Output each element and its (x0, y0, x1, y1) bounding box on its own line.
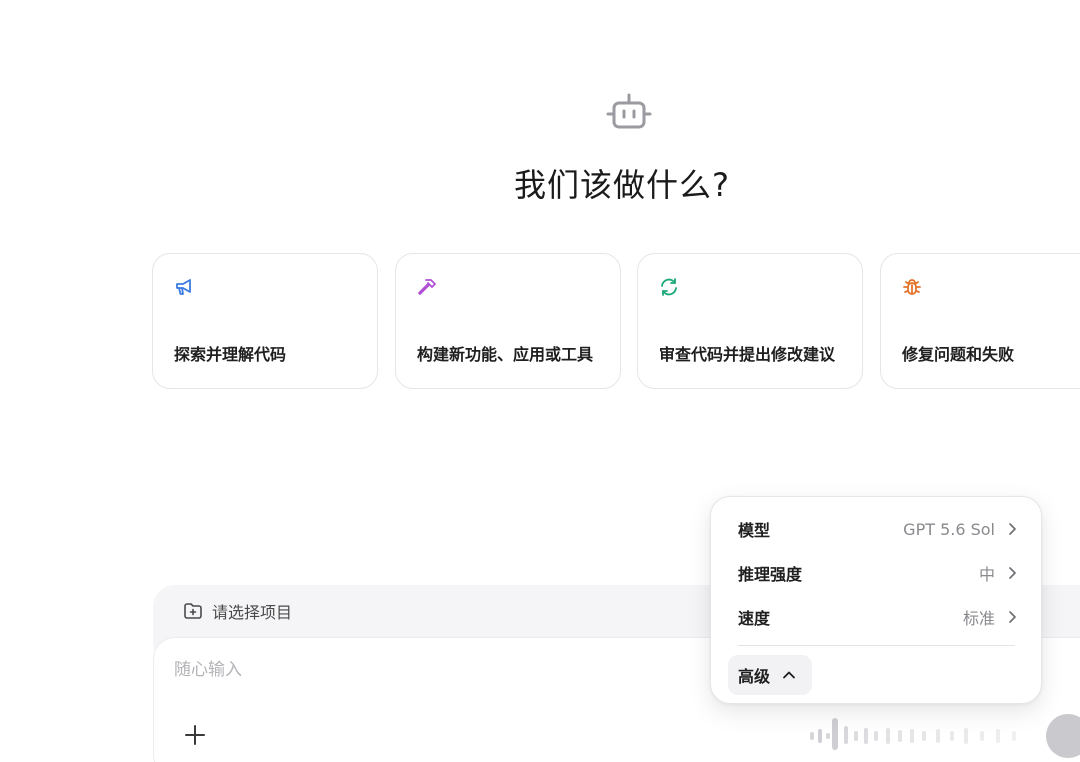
model-row[interactable]: 模型 GPT 5.6 Sol (727, 511, 1019, 547)
suggestion-card-review[interactable]: 审查代码并提出修改建议 (637, 253, 863, 389)
popover-divider (738, 645, 1015, 646)
plus-icon[interactable] (182, 722, 208, 748)
reasoning-effort-label: 推理强度 (738, 565, 803, 584)
reasoning-effort-row[interactable]: 推理强度 中 (727, 555, 1019, 591)
megaphone-icon (176, 279, 191, 295)
bug-icon (903, 279, 921, 295)
select-project-button[interactable]: 请选择项目 (183, 598, 292, 624)
refresh-icon (661, 278, 677, 296)
suggestion-card-fix[interactable]: 修复问题和失败 (880, 253, 1080, 389)
advanced-label: 高级 (738, 667, 771, 686)
chevron-up-icon (783, 671, 795, 679)
folder-plus-icon (184, 603, 202, 619)
app-window: 我们该做什么? 探索并理解代码 构建新功能、应用或工具 审查代码并提出修改建议 (0, 0, 1080, 762)
model-settings-popover: 模型 GPT 5.6 Sol 推理强度 中 速度 标准 高级 (710, 496, 1042, 704)
prompt-input[interactable] (174, 656, 694, 684)
suggestion-card-label: 修复问题和失败 (902, 345, 1015, 364)
page-title: 我们该做什么? (514, 166, 730, 204)
reasoning-effort-value: 中 (978, 565, 995, 584)
speed-value: 标准 (962, 609, 995, 628)
chevron-right-icon (1009, 567, 1016, 579)
suggestion-card-label: 构建新功能、应用或工具 (417, 345, 594, 364)
model-value: GPT 5.6 Sol (903, 519, 995, 539)
advanced-toggle-button[interactable]: 高级 (728, 655, 812, 695)
chevron-right-icon (1009, 523, 1016, 535)
voice-waveform-icon (810, 718, 1016, 750)
suggestion-card-explore[interactable]: 探索并理解代码 (152, 253, 378, 389)
chevron-right-icon (1009, 611, 1016, 623)
robot-icon (606, 93, 652, 129)
select-project-label: 请选择项目 (212, 603, 293, 622)
suggestion-card-label: 审查代码并提出修改建议 (659, 345, 836, 364)
suggestion-card-build[interactable]: 构建新功能、应用或工具 (395, 253, 621, 389)
speed-label: 速度 (738, 609, 771, 628)
hammer-icon (418, 279, 436, 295)
suggestion-card-label: 探索并理解代码 (174, 345, 287, 364)
speed-row[interactable]: 速度 标准 (727, 599, 1019, 635)
model-label: 模型 (738, 521, 771, 540)
